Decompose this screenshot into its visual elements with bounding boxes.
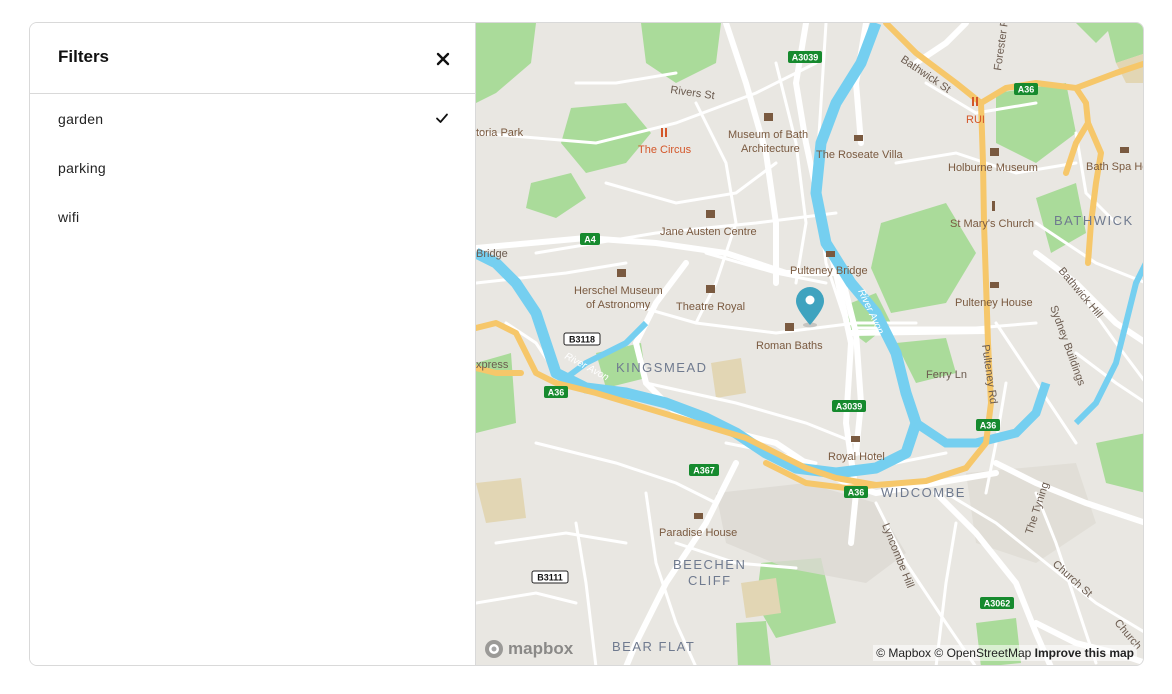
filter-item-garden[interactable]: garden [30, 94, 475, 143]
mapbox-logo-icon [485, 640, 503, 658]
label-bathwick: BATHWICK [1054, 213, 1134, 228]
mapbox-logo[interactable]: mapbox [484, 639, 573, 659]
check-icon [436, 113, 448, 123]
restaurant-icon [972, 97, 974, 106]
mapbox-logo-text: mapbox [508, 639, 574, 658]
map-canvas[interactable]: A3039 A36 A4 B3118 A36 A3039 A36 A367 A3… [476, 23, 1143, 665]
map-attribution: © Mapbox © OpenStreetMap Improve this ma… [873, 645, 1137, 661]
shield-text: A36 [848, 488, 865, 498]
church-icon [992, 201, 995, 211]
shield-text: A36 [548, 388, 565, 398]
shield-text: A3062 [984, 599, 1011, 609]
filters-header: Filters [30, 23, 475, 94]
label-herschel: Herschel Museum [574, 285, 663, 297]
camera-icon [990, 148, 999, 156]
close-icon [436, 52, 450, 66]
label-beechen-2: CLIFF [688, 573, 732, 588]
hotel-icon [990, 282, 999, 288]
shield-text: A3039 [792, 53, 819, 63]
label-st-marys: St Mary's Church [950, 218, 1034, 230]
filter-label: garden [58, 111, 104, 127]
hotel-icon [694, 513, 703, 519]
museum-icon [617, 269, 626, 277]
label-museum-bath-2: Architecture [741, 143, 800, 155]
label-bridge: Bridge [476, 248, 508, 260]
label-bath-spa: Bath Spa Ho [1086, 161, 1143, 173]
close-button[interactable] [431, 47, 455, 71]
label-theatre-royal: Theatre Royal [676, 301, 745, 313]
shield-text: A367 [693, 466, 715, 476]
label-royal-hotel: Royal Hotel [828, 451, 885, 463]
label-paradise-house: Paradise House [659, 527, 737, 539]
label-jane-austen: Jane Austen Centre [660, 226, 757, 238]
filter-label: parking [58, 160, 107, 176]
label-the-circus: The Circus [638, 144, 692, 156]
label-roman-baths: Roman Baths [756, 340, 823, 352]
filter-item-parking[interactable]: parking [30, 143, 475, 192]
label-pulteney-house: Pulteney House [955, 297, 1033, 309]
label-rui: RUI [966, 114, 985, 126]
shield-text: B3118 [569, 335, 595, 345]
label-museum-bath: Museum of Bath [728, 129, 808, 141]
label-pulteney-bridge: Pulteney Bridge [790, 265, 868, 277]
filters-panel: Filters garden parking wifi [30, 23, 476, 665]
label-ferry-ln: Ferry Ln [926, 369, 967, 381]
shield-text: A3039 [836, 402, 863, 412]
label-bear-flat: BEAR FLAT [612, 639, 695, 654]
map-svg: A3039 A36 A4 B3118 A36 A3039 A36 A367 A3… [476, 23, 1143, 665]
theatre-icon [706, 285, 715, 293]
label-victoria-park: toria Park [476, 127, 524, 139]
label-widcombe: WIDCOMBE [881, 485, 966, 500]
shield-text: A36 [1018, 85, 1035, 95]
museum-icon [764, 113, 773, 121]
hotel-icon [851, 436, 860, 442]
improve-map-link[interactable]: Improve this map [1035, 646, 1134, 660]
filters-title: Filters [58, 47, 110, 66]
shield-text: B3111 [537, 573, 563, 583]
shield-text: A36 [980, 421, 997, 431]
museum-icon [706, 210, 715, 218]
camera-icon [785, 323, 794, 331]
label-beechen: BEECHEN [673, 557, 746, 572]
label-herschel-2: of Astronomy [586, 299, 651, 311]
filter-label: wifi [58, 209, 80, 225]
hotel-icon [854, 135, 863, 141]
attribution-osm-link[interactable]: © OpenStreetMap [934, 646, 1031, 660]
label-roseate-villa: The Roseate Villa [816, 149, 904, 161]
label-holburne: Holburne Museum [948, 162, 1038, 174]
filter-list: garden parking wifi [30, 94, 475, 241]
attribution-mapbox-link[interactable]: © Mapbox [876, 646, 931, 660]
restaurant-icon [976, 97, 978, 106]
filter-item-wifi[interactable]: wifi [30, 192, 475, 241]
label-express: xpress [476, 359, 509, 371]
bridge-icon [826, 251, 835, 257]
filter-map-card: Filters garden parking wifi A3039 A36 A4… [29, 22, 1144, 666]
label-kingsmead: KINGSMEAD [616, 360, 708, 375]
restaurant-icon [665, 128, 667, 137]
shield-text: A4 [584, 235, 596, 245]
hotel-icon [1120, 147, 1129, 153]
restaurant-icon [661, 128, 663, 137]
